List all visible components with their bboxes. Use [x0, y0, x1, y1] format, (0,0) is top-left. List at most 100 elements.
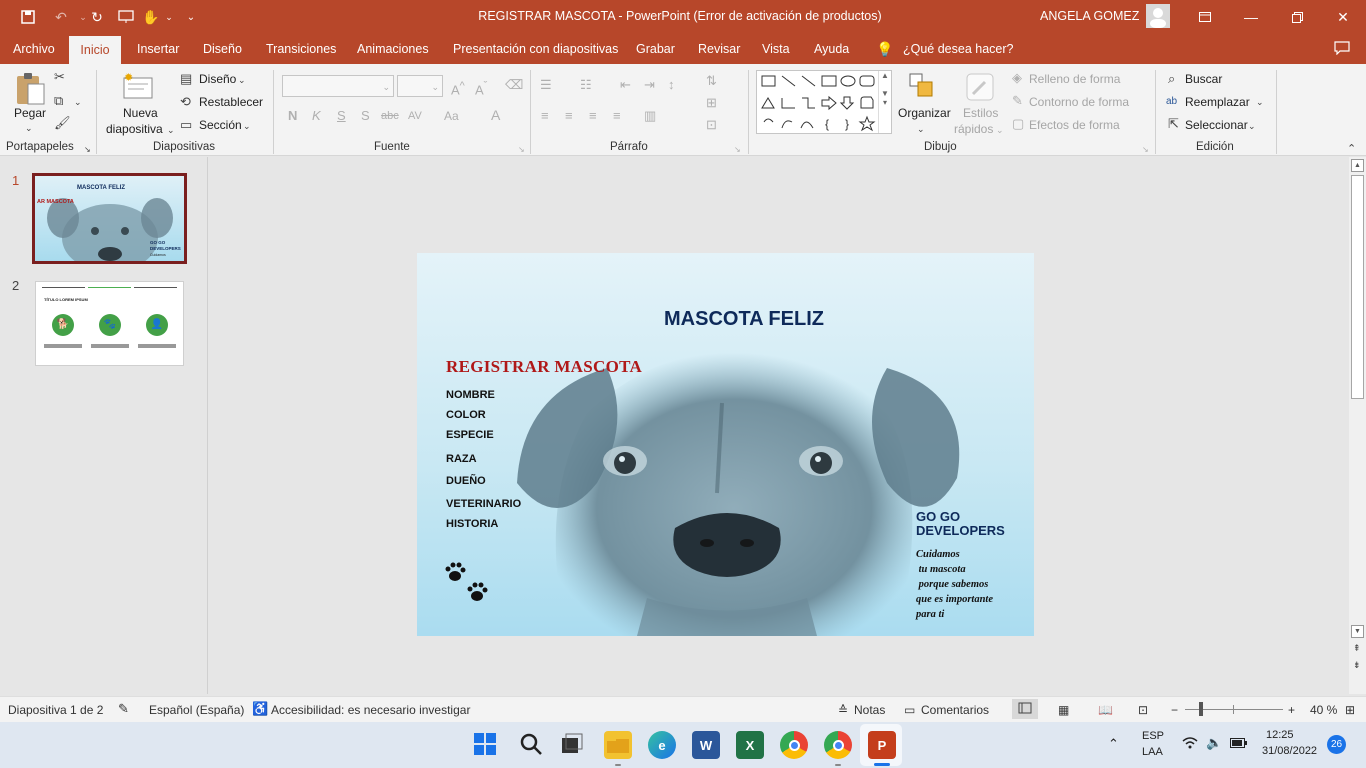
slideshow-icon[interactable]: ⊡	[1138, 703, 1148, 717]
tagline-5[interactable]: para ti	[916, 607, 944, 622]
close-button[interactable]: ✕	[1320, 0, 1366, 34]
find-button[interactable]: Buscar	[1185, 72, 1222, 86]
slide-sorter-icon[interactable]: ▦	[1058, 703, 1069, 717]
arrange-button[interactable]: Organizar	[898, 106, 951, 120]
scroll-up-icon[interactable]: ▲	[1351, 159, 1364, 172]
quick-styles-icon[interactable]	[965, 72, 995, 105]
arrange-dropdown-icon[interactable]: ⌄	[917, 122, 925, 136]
tagline-2[interactable]: tu mascota	[916, 562, 966, 577]
zoom-slider-thumb[interactable]	[1199, 702, 1203, 716]
notes-button[interactable]: Notas	[854, 703, 885, 717]
input-language-1[interactable]: ESP	[1142, 730, 1164, 742]
char-spacing-button[interactable]: AV	[408, 109, 422, 123]
bullets-icon[interactable]: ☰	[540, 78, 552, 92]
increase-indent-icon[interactable]: ⇥	[644, 78, 655, 92]
reading-view-icon[interactable]: 📖	[1098, 703, 1113, 717]
notes-icon[interactable]: ≙	[838, 703, 848, 717]
font-name-combo[interactable]: ⌄	[282, 75, 394, 97]
normal-view-button[interactable]	[1012, 699, 1038, 719]
field-especie[interactable]: ESPECIE	[446, 429, 494, 441]
zoom-level[interactable]: 40 %	[1310, 703, 1337, 717]
strikethrough-button[interactable]: abc	[381, 109, 399, 123]
ribbon-display-icon[interactable]	[1182, 0, 1228, 34]
select-button[interactable]: Seleccionar	[1185, 118, 1248, 132]
tagline-1[interactable]: Cuidamos	[916, 547, 960, 562]
quick-styles-dropdown-icon[interactable]: ⌄	[996, 123, 1004, 137]
shapes-gallery-icons[interactable]: { }	[759, 72, 879, 134]
tagline-3[interactable]: porque sabemos	[916, 577, 989, 592]
field-raza[interactable]: RAZA	[446, 453, 477, 465]
shapes-gallery[interactable]: { } ▲ ▼ ▾	[756, 70, 892, 134]
columns-icon[interactable]: ▥	[644, 109, 656, 123]
underline-button[interactable]: S	[337, 109, 346, 123]
tab-animaciones[interactable]: Animaciones	[349, 34, 437, 64]
previous-slide-icon[interactable]: ⇞	[1353, 644, 1361, 653]
paste-dropdown-icon[interactable]: ⌄	[25, 121, 33, 135]
word-icon[interactable]: W	[692, 731, 720, 759]
tab-grabar[interactable]: Grabar	[628, 34, 683, 64]
clock-time[interactable]: 12:25	[1266, 729, 1294, 741]
tagline-4[interactable]: que es importante	[916, 592, 993, 607]
slide-thumbnail-2[interactable]: TÍTULO LOREM IPSUM 🐕 🐾 👤	[35, 281, 184, 366]
paw-prints-icon[interactable]	[443, 561, 493, 605]
copy-icon[interactable]: ⧉	[54, 94, 63, 108]
collapse-ribbon-icon[interactable]: ⌃	[1347, 142, 1356, 156]
layout-icon[interactable]: ▤	[180, 72, 192, 86]
save-icon[interactable]	[15, 0, 41, 34]
format-painter-icon[interactable]: 🖌	[54, 116, 71, 130]
field-color[interactable]: COLOR	[446, 409, 486, 421]
copy-dropdown-icon[interactable]: ⌄	[74, 95, 82, 109]
shapes-gallery-scroll[interactable]: ▲ ▼ ▾	[878, 71, 891, 133]
slide-title[interactable]: MASCOTA FELIZ	[664, 308, 824, 331]
clear-format-icon[interactable]: ⌫	[505, 78, 523, 92]
avatar[interactable]	[1146, 4, 1170, 28]
paste-icon[interactable]	[14, 72, 46, 109]
tab-presentacion[interactable]: Presentación con diapositivas	[445, 34, 626, 64]
scroll-down-icon[interactable]: ▼	[1351, 625, 1364, 638]
drawing-launcher-icon[interactable]: ↘	[1142, 143, 1149, 157]
slide-subtitle[interactable]: REGISTRAR MASCOTA	[446, 357, 642, 377]
numbering-icon[interactable]: ☷	[580, 78, 592, 92]
clock-date[interactable]: 31/08/2022	[1262, 745, 1317, 757]
accessibility-icon[interactable]: ♿	[252, 701, 268, 717]
reset-icon[interactable]: ⟲	[180, 95, 191, 109]
redo-icon[interactable]: ↻	[84, 0, 110, 34]
shape-fill-icon[interactable]: ◈	[1012, 71, 1022, 85]
field-historia[interactable]: HISTORIA	[446, 518, 498, 530]
cut-icon[interactable]: ✂	[54, 70, 65, 84]
line-spacing-icon[interactable]: ↕	[668, 78, 675, 92]
field-veterinario[interactable]: VETERINARIO	[446, 498, 521, 510]
new-slide-label-1[interactable]: Nueva	[123, 106, 158, 120]
tab-vista[interactable]: Vista	[754, 34, 798, 64]
align-right-icon[interactable]: ≡	[589, 109, 597, 123]
spelling-icon[interactable]: ✎	[118, 701, 129, 717]
shadow-button[interactable]: S	[361, 109, 370, 123]
edge-icon[interactable]: e	[648, 731, 676, 759]
tab-archivo[interactable]: Archivo	[5, 34, 63, 64]
align-left-icon[interactable]: ≡	[541, 109, 549, 123]
restore-button[interactable]	[1274, 0, 1320, 34]
comments-icon[interactable]: ▭	[904, 703, 915, 717]
brand-line-1[interactable]: GO GO	[916, 510, 960, 524]
select-dropdown-icon[interactable]: ⌄	[1248, 119, 1256, 133]
slide-canvas[interactable]: MASCOTA FELIZ REGISTRAR MASCOTA NOMBRE C…	[417, 253, 1034, 636]
align-center-icon[interactable]: ≡	[565, 109, 573, 123]
field-nombre[interactable]: NOMBRE	[446, 389, 495, 401]
notification-badge[interactable]: 26	[1327, 735, 1346, 754]
justify-icon[interactable]: ≡	[613, 109, 621, 123]
smartart-icon[interactable]: ⊡	[706, 118, 717, 132]
wifi-icon[interactable]	[1182, 736, 1198, 753]
replace-button[interactable]: Reemplazar	[1185, 95, 1250, 109]
next-slide-icon[interactable]: ⇟	[1353, 661, 1361, 670]
section-button[interactable]: Sección	[199, 118, 242, 132]
shape-effects-icon[interactable]: ▢	[1012, 117, 1024, 131]
accessibility-status[interactable]: Accesibilidad: es necesario investigar	[271, 703, 470, 717]
italic-button[interactable]: K	[312, 109, 321, 123]
change-case-button[interactable]: Aa	[444, 109, 459, 123]
slide-thumbnail-1[interactable]: MASCOTA FELIZ AR MASCOTA GO GO DEVELOPER…	[32, 173, 187, 264]
text-direction-icon[interactable]: ⇅	[706, 74, 717, 88]
input-language-2[interactable]: LAA	[1142, 746, 1163, 758]
font-size-combo[interactable]: ⌄	[397, 75, 443, 97]
comments-pane-icon[interactable]	[1334, 41, 1350, 58]
reset-button[interactable]: Restablecer	[199, 95, 263, 109]
